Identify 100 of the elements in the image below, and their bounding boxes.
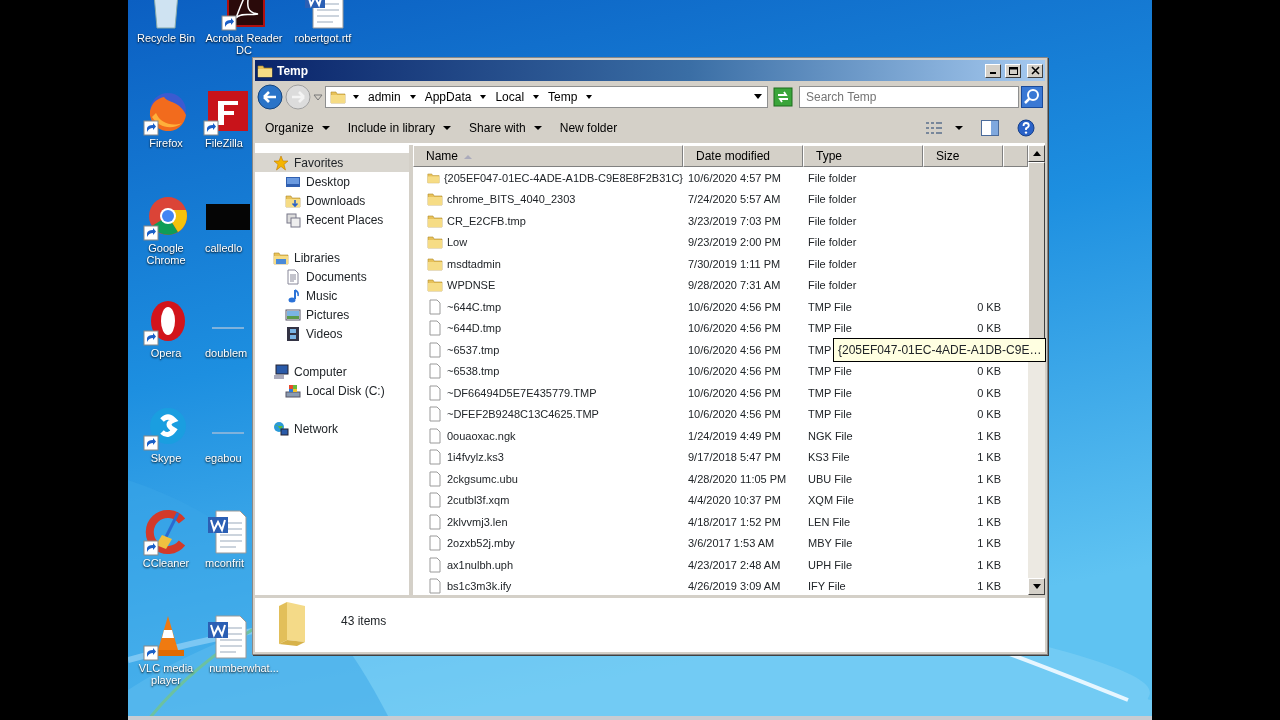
file-name[interactable]: WPDNSE [447,277,496,294]
address-bar[interactable]: admin AppData Local Temp [325,86,768,108]
maximize-button[interactable] [1005,63,1021,78]
size-cell-text: 1 KB [976,514,1001,530]
date-cell-text: 10/6/2020 4:56 PM [687,385,782,401]
search-field[interactable]: Search Temp [799,86,1019,108]
nav-item[interactable]: Videos [255,324,409,343]
file-name[interactable]: {205EF047-01EC-4ADE-A1DB-C9E8E8F2B31C} [443,169,683,186]
folder-icon [427,234,443,251]
nav-item[interactable]: Music [255,286,409,305]
type-cell-text: File folder [807,192,858,207]
toolbar-button[interactable]: Share with [469,117,542,139]
toolbar-button[interactable]: New folder [559,117,618,139]
file-name[interactable]: ~644C.tmp [447,298,502,315]
caret-icon[interactable] [479,93,488,101]
file-name[interactable]: ~6538.tmp [447,363,500,380]
folder-icon [427,212,443,229]
breadcrumb-item[interactable]: Temp [546,88,580,106]
caret-icon[interactable] [352,93,360,101]
nav-item[interactable]: Libraries [255,248,409,267]
scroll-up-button[interactable] [1028,145,1045,162]
nav-item[interactable]: Favorites [255,153,409,172]
nav-item[interactable]: Network [255,419,409,438]
breadcrumb-item[interactable]: Local [493,88,527,106]
toolbar-button[interactable]: Organize [265,117,330,139]
file-name[interactable]: 1i4fvylz.ks3 [447,449,504,466]
file-name[interactable]: msdtadmin [447,255,501,272]
sort-arrow-icon [464,153,472,159]
close-button[interactable] [1027,63,1043,78]
file-icon [427,492,443,509]
history-caret-icon[interactable] [313,92,323,102]
folder-icon [427,255,443,272]
file-name[interactable]: Low [447,234,468,251]
folder-icon [427,277,443,294]
nav-item[interactable]: Local Disk (C:) [255,381,409,400]
folder-icon [330,89,346,105]
date-cell-text: 7/30/2019 1:11 PM [687,256,782,272]
minimize-icon [990,71,996,74]
column-header[interactable]: Date modified [683,145,803,167]
file-name[interactable]: CR_E2CFB.tmp [447,212,526,229]
arrow-down-icon [1032,584,1041,589]
scroll-down-button[interactable] [1028,578,1045,595]
file-name[interactable]: 0ouaoxac.ngk [447,427,516,444]
breadcrumb-item[interactable]: AppData [422,88,474,106]
date-cell-text: 4/28/2020 11:05 PM [687,471,788,487]
size-cell-text: 0 KB [976,364,1001,379]
file-name[interactable]: chrome_BITS_4040_2303 [447,191,576,208]
date-cell-text: 10/6/2020 4:56 PM [687,299,782,315]
nav-item[interactable]: Computer [255,362,409,381]
file-name[interactable]: 2klvvmj3.len [447,513,508,530]
file-name[interactable]: 2ozxb52j.mby [447,535,515,552]
column-header[interactable]: Name [413,145,683,167]
type-cell-text: NGK File [807,428,854,444]
file-icon [427,341,443,358]
file-name[interactable]: ~6537.tmp [447,341,500,358]
nav-item[interactable]: Pictures [255,305,409,324]
caret-icon[interactable] [532,93,541,101]
toolbar-button[interactable]: Include in library [347,117,452,139]
breadcrumb-item[interactable]: admin [366,88,403,106]
document-icon [285,268,301,285]
star-icon [273,154,289,171]
type-cell-text: XQM File [807,493,855,508]
caret-icon[interactable] [408,93,417,101]
file-name[interactable]: 2cutbl3f.xqm [447,492,510,509]
details-view-icon [925,121,943,135]
view-options-button[interactable] [925,119,963,137]
file-icon [427,320,443,337]
nav-item[interactable]: Recent Places [255,210,409,229]
preview-pane-icon [981,120,999,136]
icon-label: CCleaner [142,557,190,569]
file-name[interactable]: ~DF66494D5E7E435779.TMP [447,384,597,401]
search-button[interactable] [1021,86,1043,108]
size-cell-text: 1 KB [976,428,1001,444]
type-cell-text: IFY File [807,579,847,594]
file-icon [427,384,443,401]
file-icon [427,556,443,573]
refresh-button[interactable] [773,87,793,107]
minimize-button[interactable] [985,63,1001,78]
column-header[interactable]: Type [803,145,923,167]
file-name[interactable]: ax1nulbh.uph [447,556,514,573]
nav-item[interactable]: Documents [255,267,409,286]
type-cell-text: MBY File [807,536,854,551]
type-cell-text: UBU File [807,471,853,487]
date-cell-text: 10/6/2020 4:56 PM [687,342,782,358]
file-name[interactable]: ~644D.tmp [447,320,502,337]
file-name[interactable]: ~DFEF2B9248C13C4625.TMP [447,406,599,423]
date-cell-text: 4/18/2017 1:52 PM [687,514,782,530]
caret-icon [443,125,452,131]
column-header[interactable]: Size [923,145,1003,167]
type-cell-text: File folder [807,278,858,293]
file-name[interactable]: 2ckgsumc.ubu [447,470,518,487]
preview-pane-button[interactable] [981,118,999,138]
caret-icon[interactable] [585,93,594,101]
file-name[interactable]: bs1c3m3k.ify [447,578,512,595]
back-button[interactable] [257,84,283,110]
help-button[interactable] [1017,117,1035,139]
dropdown-caret-icon[interactable] [753,93,763,101]
size-cell-text: 1 KB [976,579,1001,594]
nav-item[interactable]: Downloads [255,191,409,210]
nav-item[interactable]: Desktop [255,172,409,191]
